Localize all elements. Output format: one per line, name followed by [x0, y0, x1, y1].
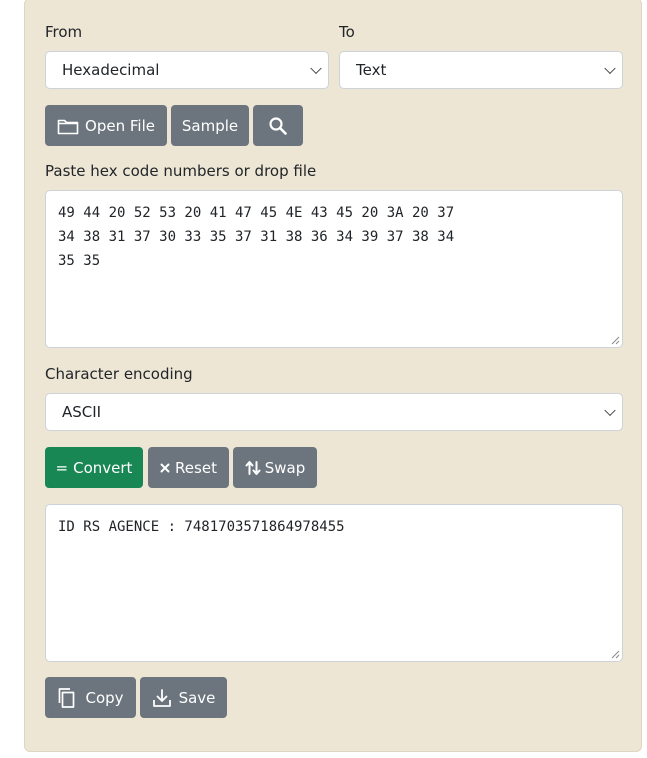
to-label: To	[339, 23, 355, 41]
copy-button[interactable]: Copy	[45, 677, 136, 718]
swap-label: Swap	[264, 458, 306, 477]
convert-button[interactable]: = Convert	[45, 447, 143, 488]
to-select[interactable]: Text	[339, 51, 623, 89]
swap-button[interactable]: Swap	[233, 447, 317, 488]
input-label: Paste hex code numbers or drop file	[45, 162, 317, 180]
open-file-label: Open File	[85, 116, 155, 135]
copy-icon	[57, 687, 77, 709]
hex-input-textarea[interactable]: 49 44 20 52 53 20 41 47 45 4E 43 45 20 3…	[45, 190, 623, 348]
resize-handle-icon[interactable]	[611, 650, 620, 659]
search-button[interactable]	[253, 105, 303, 146]
encoding-select-value: ASCII	[62, 403, 102, 421]
from-select-value: Hexadecimal	[62, 61, 160, 79]
sample-label: Sample	[181, 116, 239, 135]
search-icon	[268, 116, 288, 136]
from-select[interactable]: Hexadecimal	[45, 51, 329, 89]
to-select-value: Text	[356, 61, 387, 79]
save-label: Save	[178, 688, 216, 707]
encoding-label: Character encoding	[45, 365, 193, 383]
open-file-button[interactable]: Open File	[45, 105, 167, 146]
sample-button[interactable]: Sample	[171, 105, 249, 146]
swap-arrows-icon	[245, 460, 261, 476]
chevron-down-icon	[310, 62, 322, 75]
chevron-down-icon	[604, 62, 616, 75]
resize-handle-icon[interactable]	[611, 336, 620, 345]
reset-label: Reset	[175, 458, 217, 477]
copy-label: Copy	[85, 688, 124, 707]
converter-panel: From To Hexadecimal Text Open File Sampl…	[24, 0, 642, 752]
encoding-select[interactable]: ASCII	[45, 393, 623, 431]
equals-icon: =	[55, 458, 69, 477]
reset-button[interactable]: Reset	[148, 447, 229, 488]
text-output-textarea[interactable]: ID RS AGENCE : 7481703571864978455	[45, 504, 623, 662]
from-label: From	[45, 23, 83, 41]
close-icon	[160, 463, 170, 473]
download-icon	[152, 688, 172, 708]
convert-label: Convert	[73, 458, 133, 477]
save-button[interactable]: Save	[140, 677, 227, 718]
folder-icon	[57, 117, 79, 135]
chevron-down-icon	[604, 404, 616, 417]
